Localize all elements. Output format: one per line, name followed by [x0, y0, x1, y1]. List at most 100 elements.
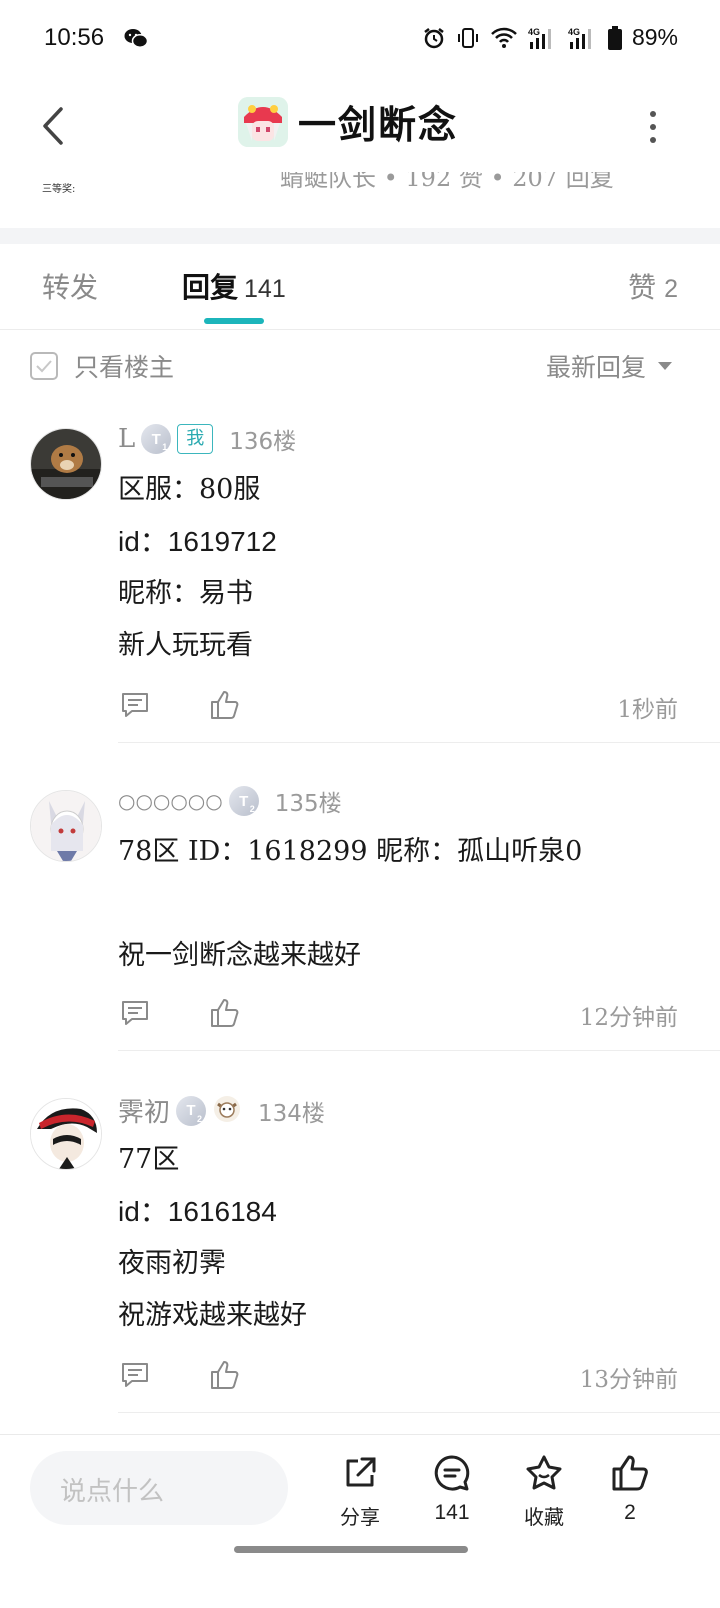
- comment-icon[interactable]: [118, 1358, 152, 1392]
- bottom-action-bar: 说点什么 分享 141 收藏 2: [0, 1434, 720, 1554]
- svg-text:4G: 4G: [528, 27, 540, 37]
- more-vertical-icon: [650, 111, 656, 117]
- status-icons: 4G 4G 89%: [422, 24, 678, 51]
- reply-line: id：1616184: [118, 1196, 277, 1227]
- thumbs-up-icon[interactable]: [208, 996, 242, 1030]
- share-label: 分享: [340, 1505, 380, 1529]
- vibrate-icon: [457, 27, 478, 48]
- avatar[interactable]: [30, 1098, 102, 1170]
- reply-header: L T1 我 136楼: [118, 422, 296, 456]
- reply-time: 12分钟前: [579, 1005, 678, 1031]
- comment-input-placeholder: 说点什么: [60, 1477, 165, 1507]
- tab-reply[interactable]: 回复 141: [182, 266, 286, 306]
- floor-number: 136楼: [229, 429, 297, 455]
- sort-dropdown[interactable]: 最新回复: [546, 348, 646, 384]
- wechat-icon: [124, 28, 149, 54]
- game-title: 一剑断念: [238, 94, 458, 149]
- tab-like[interactable]: 赞2: [628, 266, 678, 306]
- only-author-label[interactable]: 只看楼主: [74, 348, 174, 384]
- reply-divider: [118, 1412, 720, 1413]
- reply-content: 区服：80服 id：1619712 昵称：易书 新人玩玩看: [118, 464, 690, 672]
- favorite-button[interactable]: 收藏: [504, 1453, 584, 1530]
- comment-icon[interactable]: [118, 688, 152, 722]
- reply-line: id：1619712: [118, 526, 277, 557]
- filter-row: 只看楼主 最新回复: [0, 332, 720, 412]
- floor-number: 134楼: [258, 1100, 325, 1127]
- tab-forward[interactable]: 转发: [42, 266, 98, 306]
- comment-input[interactable]: 说点什么: [30, 1451, 288, 1525]
- tab-reply-label: 回复: [182, 271, 239, 304]
- username[interactable]: ○○○○○○: [118, 789, 223, 813]
- chevron-left-icon: [43, 107, 63, 145]
- level-badge: T1: [141, 424, 172, 454]
- game-logo: [238, 96, 288, 147]
- comments-count: 141: [434, 1501, 470, 1524]
- reply-line: 78区 ID：1618299 昵称：孤山听泉0: [118, 836, 583, 867]
- reply-time: 1秒前: [617, 697, 678, 723]
- svg-text:4G: 4G: [568, 27, 580, 37]
- home-indicator[interactable]: [234, 1546, 468, 1553]
- caret-down-icon[interactable]: [658, 362, 672, 370]
- username[interactable]: L: [118, 424, 135, 454]
- reply-line: 77区: [118, 1144, 180, 1175]
- thumbs-up-icon: [612, 1455, 648, 1491]
- status-time: 10:56: [44, 24, 105, 51]
- comments-button[interactable]: 141: [412, 1453, 492, 1525]
- prize-label: 三等奖:: [42, 184, 76, 195]
- achievement-badge-icon: [212, 1094, 242, 1128]
- tab-like-count: 2: [664, 275, 678, 303]
- reply-header: ○○○○○○ T2 135楼: [118, 784, 342, 818]
- level-badge: T2: [176, 1095, 207, 1126]
- level-badge: T2: [228, 786, 259, 816]
- check-icon: [36, 360, 52, 373]
- thumbs-up-icon[interactable]: [208, 1358, 242, 1392]
- reply-line: 夜雨初霁: [118, 1248, 226, 1279]
- page-title: 一剑断念: [298, 102, 459, 147]
- alarm-icon: [424, 27, 444, 48]
- reply-actions: 1秒前: [118, 688, 690, 728]
- reply-line: 昵称：易书: [118, 578, 253, 609]
- tab-bar: 转发 回复 141 赞2: [0, 244, 720, 330]
- signal-4g-icon: 4G: [528, 27, 551, 49]
- more-options-button[interactable]: [638, 104, 668, 150]
- status-bar: 10:56 4G 4G 89%: [0, 0, 720, 80]
- reply-content: 78区 ID：1618299 昵称：孤山听泉0 祝一剑断念越来越好: [118, 826, 690, 982]
- like-button[interactable]: 2: [590, 1453, 670, 1525]
- comment-icon[interactable]: [118, 996, 152, 1030]
- back-button[interactable]: [28, 98, 78, 154]
- reply-divider: [118, 1050, 720, 1051]
- wifi-icon: [491, 27, 517, 48]
- reply-line: [118, 878, 690, 930]
- me-badge: 我: [177, 424, 214, 454]
- reply-line: 区服：80服: [118, 474, 261, 505]
- reply-line: 新人玩玩看: [118, 630, 253, 661]
- section-divider: [0, 228, 720, 244]
- username[interactable]: 霁初: [118, 1092, 170, 1129]
- reply-line: 祝一剑断念越来越好: [118, 940, 361, 971]
- avatar[interactable]: [30, 790, 102, 862]
- top-app-bar: 一剑断念: [0, 80, 720, 172]
- floor-number: 135楼: [274, 791, 342, 817]
- reply-header: 霁初 T2 134楼: [118, 1092, 325, 1129]
- avatar[interactable]: [30, 428, 102, 500]
- likes-count: 2: [624, 1501, 636, 1524]
- reply-line: 祝游戏越来越好: [118, 1300, 307, 1331]
- signal-4g-icon: 4G: [568, 27, 591, 49]
- tab-reply-count: 141: [244, 275, 286, 303]
- battery-icon: [607, 25, 622, 50]
- share-button[interactable]: 分享: [320, 1453, 400, 1530]
- reply-actions: 13分钟前: [118, 1358, 690, 1398]
- comment-bubble-icon: [434, 1455, 470, 1491]
- thumbs-up-icon[interactable]: [208, 688, 242, 722]
- star-icon: [526, 1455, 562, 1490]
- battery-percent: 89%: [631, 24, 678, 50]
- reply-divider: [118, 742, 720, 743]
- tab-like-label: 赞: [628, 271, 657, 304]
- reply-actions: 12分钟前: [118, 996, 690, 1036]
- post-info: 三等奖: 蜻蜓队长 • 192 赞 • 207 回复: [0, 172, 720, 228]
- reply-time: 13分钟前: [579, 1367, 678, 1393]
- only-author-checkbox[interactable]: [30, 352, 58, 380]
- author-meta: 蜻蜓队长 • 192 赞 • 207 回复: [280, 172, 614, 192]
- reply-content: 77区 id：1616184 夜雨初霁 祝游戏越来越好: [118, 1134, 690, 1342]
- favorite-label: 收藏: [524, 1505, 564, 1529]
